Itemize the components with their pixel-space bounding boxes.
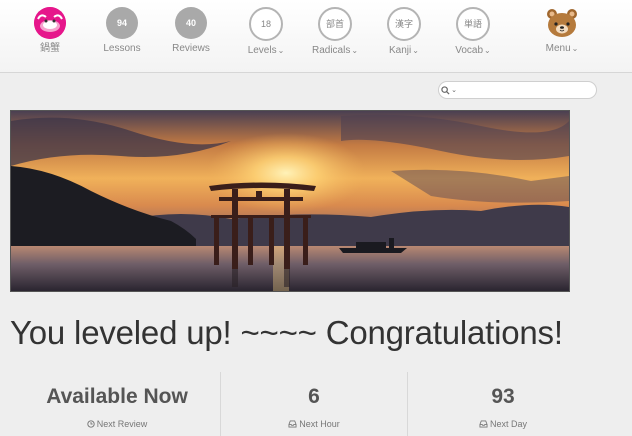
nav-user-name: 鍋蟹 <box>40 43 60 54</box>
stat-next-hour: 6 Next Hour <box>221 372 407 436</box>
clock-icon <box>87 420 95 428</box>
nav-kanji-label: Kanji <box>389 45 412 56</box>
nav-menu[interactable]: Menu⌄ <box>527 7 597 55</box>
stat-next-day-value: 93 <box>491 385 515 408</box>
inbox-icon <box>288 420 297 428</box>
stat-next-day: 93 Next Day <box>408 372 598 436</box>
search-input[interactable] <box>459 83 589 95</box>
nav-reviews[interactable]: 40 Reviews <box>156 7 226 55</box>
stat-next-day-label: Next Day <box>489 419 527 429</box>
chevron-down-icon: ⌄ <box>451 87 457 94</box>
lessons-count-badge: 94 <box>106 7 138 39</box>
levels-badge: 18 <box>249 7 283 41</box>
top-nav-bar: 鍋蟹 94 Lessons 40 Reviews 18 Levels⌄ 部首 R… <box>0 0 632 73</box>
crab-avatar-icon <box>34 7 66 39</box>
reviews-count-badge: 40 <box>175 7 207 39</box>
bear-icon <box>545 7 579 39</box>
stat-next-review-label: Next Review <box>96 419 148 429</box>
stat-next-hour-value: 6 <box>308 385 320 408</box>
chevron-down-icon: ⌄ <box>277 46 285 55</box>
radicals-badge: 部首 <box>318 7 352 41</box>
chevron-down-icon: ⌄ <box>571 44 579 53</box>
chevron-down-icon: ⌄ <box>412 46 419 55</box>
nav-menu-label: Menu <box>545 43 571 54</box>
search-box: ⌄ <box>438 81 597 99</box>
review-forecast-stats: Available Now Next Review 6 Next Hour 93… <box>0 372 632 436</box>
nav-vocab[interactable]: 単語 Vocab⌄ <box>438 7 508 57</box>
chevron-down-icon: ⌄ <box>351 46 359 55</box>
chevron-down-icon: ⌄ <box>484 46 491 55</box>
nav-user[interactable]: 鍋蟹 <box>15 7 85 55</box>
stat-next-review: Available Now Next Review <box>22 372 212 436</box>
search-icon[interactable]: ⌄ <box>440 83 458 97</box>
kanji-badge: 漢字 <box>387 7 421 41</box>
nav-lessons[interactable]: 94 Lessons <box>87 7 157 55</box>
nav-levels-label: Levels <box>247 45 277 56</box>
inbox-icon <box>479 420 488 428</box>
vocab-badge: 単語 <box>456 7 490 41</box>
hero-banner-image <box>10 110 570 292</box>
nav-radicals[interactable]: 部首 Radicals⌄ <box>300 7 370 57</box>
nav-levels[interactable]: 18 Levels⌄ <box>231 7 301 57</box>
nav-vocab-label: Vocab <box>455 45 484 56</box>
nav-reviews-label: Reviews <box>172 43 210 54</box>
stat-next-review-value: Available Now <box>46 385 188 408</box>
nav-kanji[interactable]: 漢字 Kanji⌄ <box>369 7 439 57</box>
level-up-headline: You leveled up! ~~~~ Congratulations! <box>10 314 563 351</box>
stat-next-hour-label: Next Hour <box>299 419 340 429</box>
nav-lessons-label: Lessons <box>103 43 141 54</box>
nav-radicals-label: Radicals <box>311 45 351 56</box>
